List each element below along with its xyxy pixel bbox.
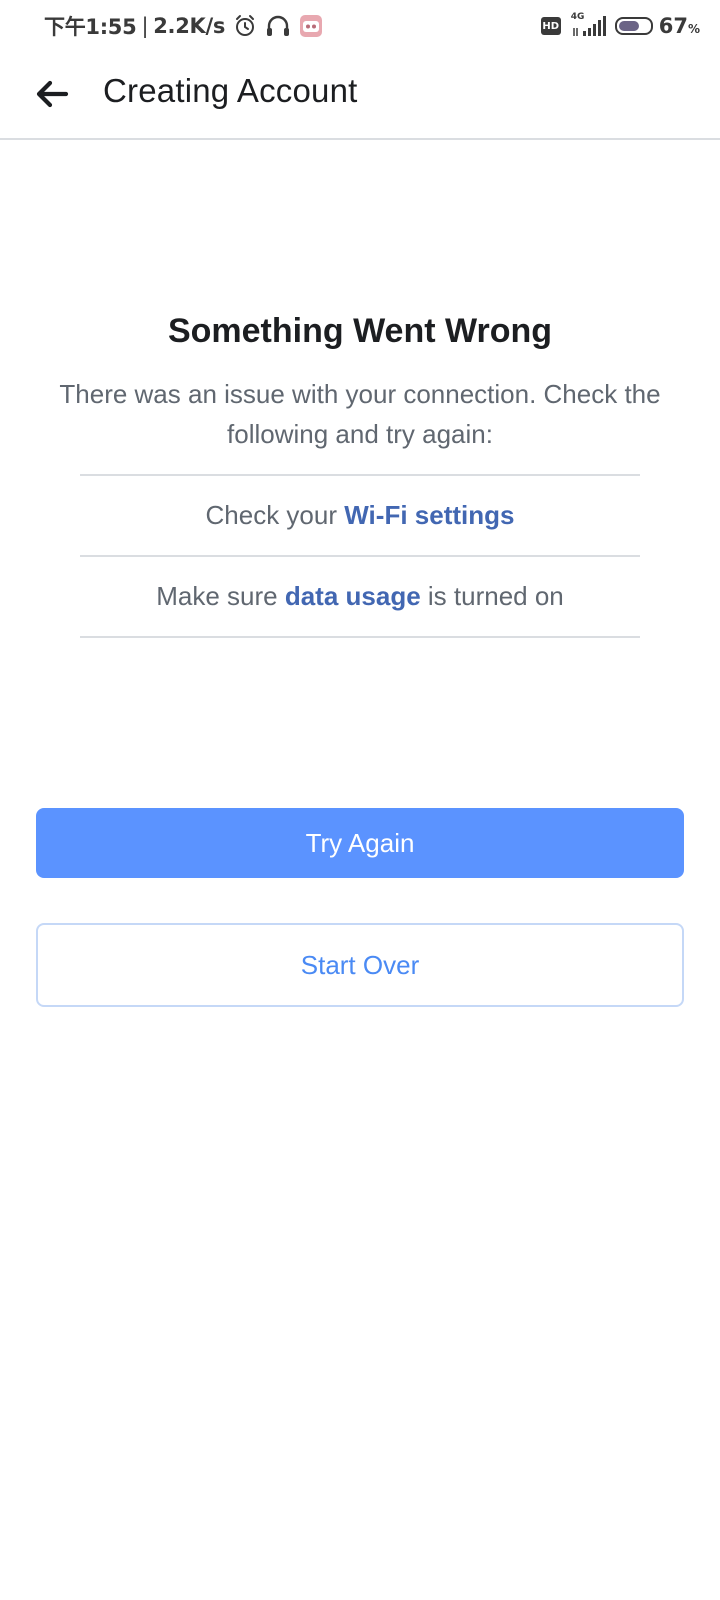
item-prefix: Make sure xyxy=(156,581,278,611)
alarm-icon xyxy=(233,14,257,38)
back-arrow-icon xyxy=(36,80,69,108)
list-item: Make sure data usage is turned on xyxy=(80,557,640,638)
battery-value: 67 xyxy=(658,14,688,38)
network-speed: 2.2K/s xyxy=(153,14,226,38)
data-usage-link[interactable]: data usage xyxy=(285,581,421,612)
item-prefix: Check your xyxy=(205,500,338,530)
back-button[interactable] xyxy=(28,70,76,118)
headphones-icon xyxy=(265,14,291,38)
error-message: There was an issue with your connection.… xyxy=(59,379,661,449)
status-left: 下午1:55 | 2.2K/s xyxy=(44,10,323,42)
list-item: Check your Wi-Fi settings xyxy=(80,476,640,557)
status-bar: 下午1:55 | 2.2K/s HD 4G 67% xyxy=(0,0,720,52)
hd-badge: HD xyxy=(540,17,561,35)
troubleshoot-list: Check your Wi-Fi settings Make sure data… xyxy=(80,474,640,638)
start-over-label: Start Over xyxy=(300,949,420,980)
app-notification-icon xyxy=(299,14,323,38)
battery-unit: % xyxy=(687,22,700,36)
status-right: HD 4G 67% xyxy=(540,10,700,42)
error-title: Something Went Wrong xyxy=(167,312,553,350)
signal-icon: 4G xyxy=(571,12,607,38)
battery-icon xyxy=(614,17,653,35)
status-time: 下午1:55 xyxy=(44,15,137,39)
status-separator: | xyxy=(141,14,149,38)
start-over-button[interactable]: Start Over xyxy=(36,923,684,1007)
wifi-settings-link[interactable]: Wi-Fi settings xyxy=(344,500,514,531)
try-again-button[interactable]: Try Again xyxy=(36,808,684,878)
battery-percentage: 67% xyxy=(659,14,700,38)
app-header: Creating Account xyxy=(0,52,720,140)
page-title: Creating Account xyxy=(103,72,358,109)
battery-fill xyxy=(618,21,639,31)
item-suffix: is turned on xyxy=(427,581,564,611)
try-again-label: Try Again xyxy=(305,827,415,858)
